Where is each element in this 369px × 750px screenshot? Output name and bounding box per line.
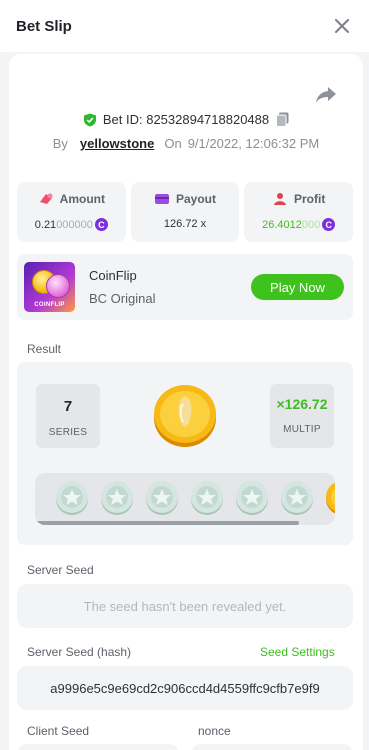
bet-stats: Amount 0.21 000000 C Payout 126.72 x Profi… — [17, 182, 354, 242]
profit-value-main: 26.4012 — [262, 218, 302, 231]
amount-stat: Amount 0.21 000000 C — [17, 182, 126, 242]
currency-icon: C — [322, 218, 336, 231]
client-seed-label: Client Seed — [27, 724, 90, 738]
gold-coin-icon — [326, 482, 335, 514]
payout-icon — [155, 194, 169, 204]
bet-meta-row: By yellowstone On 9/1/2022, 12:06:32 PM — [9, 136, 363, 151]
multiplier-value: ×126.72 — [276, 396, 328, 412]
bet-id-row: Bet ID: 82532894718820488 — [9, 112, 363, 127]
amount-value: 0.21 000000 C — [17, 218, 126, 231]
bet-detail-card: Bet ID: 82532894718820488 By yellowstone… — [9, 54, 363, 750]
gold-coin-icon — [154, 385, 216, 447]
share-icon[interactable] — [315, 86, 337, 104]
profit-value-dim: 000 — [301, 218, 321, 231]
series-caption: SERIES — [48, 427, 88, 438]
verified-shield-icon — [83, 113, 96, 126]
server-seed-label: Server Seed — [27, 563, 94, 577]
nonce-field[interactable] — [191, 744, 353, 750]
game-card: COINFLIP CoinFlip BC Original Play Now — [17, 254, 353, 320]
silver-coin-icon — [101, 481, 133, 515]
silver-coin-icon — [281, 481, 313, 515]
play-now-button[interactable]: Play Now — [251, 274, 344, 300]
payout-stat: Payout 126.72 x — [130, 182, 240, 242]
silver-coin-icon — [56, 481, 88, 515]
by-label: By — [52, 136, 68, 151]
page-title: Bet Slip — [16, 17, 72, 35]
server-seed-hash-field[interactable]: a9996e5c9e69cd2c906ccd4d4559ffc9cfb7e9f9 — [17, 666, 353, 710]
game-subtitle: BC Original — [89, 291, 156, 306]
coin-history-strip[interactable] — [35, 473, 335, 525]
username-link[interactable]: yellowstone — [80, 136, 154, 151]
series-value: 7 — [63, 398, 73, 415]
on-label: On — [164, 136, 182, 151]
server-seed-field[interactable]: The seed hasn't been revealed yet. — [17, 584, 353, 628]
client-seed-field[interactable] — [17, 744, 179, 750]
coin-strip-scrollbar[interactable] — [35, 521, 299, 525]
profit-label: Profit — [294, 192, 326, 206]
payout-label: Payout — [176, 192, 217, 206]
silver-coin-icon — [146, 481, 178, 515]
profit-icon — [274, 193, 286, 205]
bet-slip-content: Bet ID: 82532894718820488 By yellowstone… — [0, 52, 369, 750]
amount-value-main: 0.21 — [34, 218, 57, 231]
bet-datetime: 9/1/2022, 12:06:32 PM — [187, 136, 320, 151]
payout-value: 126.72 x — [163, 218, 207, 230]
copy-icon[interactable] — [276, 112, 289, 127]
coinflip-thumbnail[interactable]: COINFLIP — [24, 262, 75, 312]
result-label: Result — [27, 342, 62, 356]
thumbnail-label: COINFLIP — [34, 302, 65, 308]
bet-id: Bet ID: 82532894718820488 — [102, 112, 270, 127]
silver-coin-icon — [191, 481, 223, 515]
amount-label: Amount — [59, 192, 105, 206]
close-icon[interactable] — [331, 15, 353, 37]
game-name: CoinFlip — [89, 268, 137, 283]
nonce-label: nonce — [198, 724, 231, 738]
amount-value-dim: 000000 — [56, 218, 93, 231]
silver-coin-icon — [236, 481, 268, 515]
profit-value: 26.4012 000 C — [244, 218, 353, 231]
multiplier-box: ×126.72 MULTIP — [270, 384, 334, 448]
amount-icon — [39, 193, 53, 204]
coin-history-track — [35, 481, 335, 515]
profit-stat: Profit 26.4012 000 C — [244, 182, 354, 242]
series-box: 7 SERIES — [36, 384, 100, 448]
bet-slip-header: Bet Slip — [0, 0, 369, 52]
seed-settings-link[interactable]: Seed Settings — [260, 645, 335, 659]
server-seed-hash-label: Server Seed (hash) — [27, 645, 132, 659]
multiplier-caption: MULTIP — [283, 424, 321, 435]
result-panel: 7 SERIES ×126.72 MULTIP — [17, 362, 353, 545]
currency-icon: C — [94, 218, 108, 231]
